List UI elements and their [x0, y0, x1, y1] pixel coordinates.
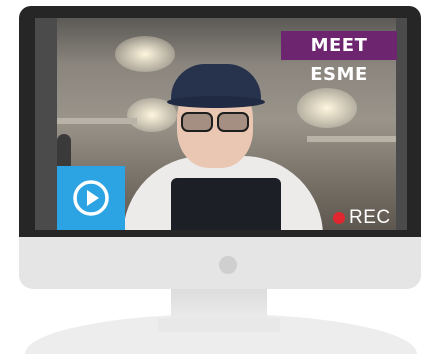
- ceiling-light: [297, 88, 357, 128]
- glasses-lens: [181, 112, 213, 132]
- cap-bill: [167, 96, 265, 108]
- kitchen-shelf: [307, 136, 396, 142]
- ceiling-light: [115, 36, 175, 72]
- monitor-stand-base: [158, 318, 280, 332]
- kitchen-shelf: [57, 118, 137, 124]
- background-person: [57, 134, 71, 168]
- chef-apron: [171, 178, 281, 230]
- record-dot-icon: [333, 212, 345, 224]
- video-title-badge: MEET ESME: [281, 31, 397, 85]
- recording-indicator: REC: [333, 206, 391, 230]
- monitor-button-icon: [219, 256, 237, 274]
- play-circle-icon: [73, 180, 109, 216]
- recording-label: REC: [349, 207, 391, 228]
- glasses-lens: [217, 112, 249, 132]
- play-button[interactable]: [57, 166, 125, 230]
